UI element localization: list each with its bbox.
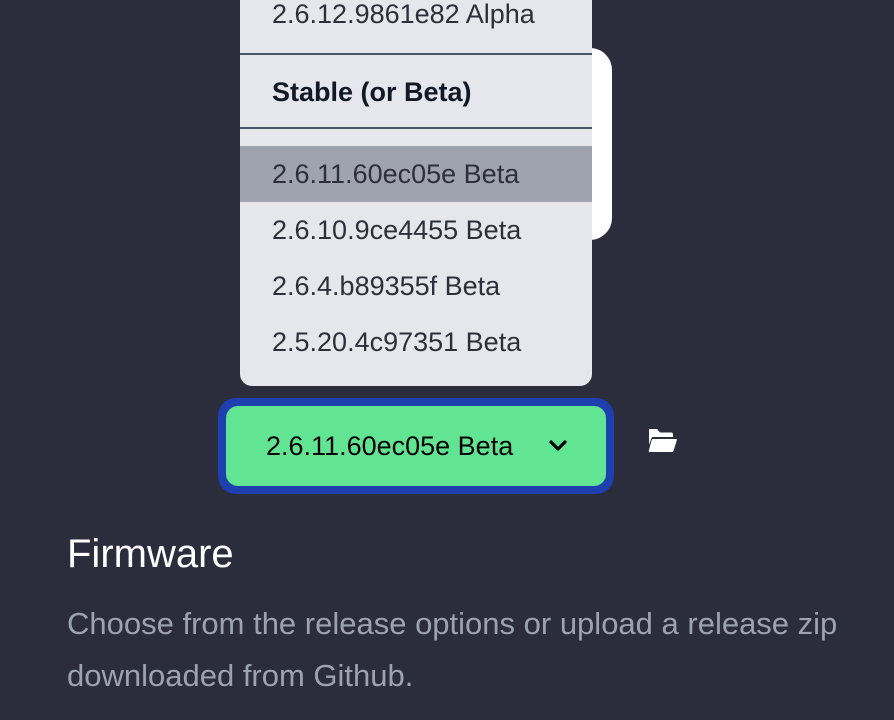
release-select-value: 2.6.11.60ec05e Beta xyxy=(266,430,514,461)
upload-release-button[interactable] xyxy=(646,426,678,456)
menu-group-header-stable: Stable (or Beta) xyxy=(272,77,472,107)
menu-item-alpha[interactable]: 2.6.12.9861e82 Alpha xyxy=(240,0,592,42)
menu-divider xyxy=(240,53,592,55)
menu-item-beta[interactable]: 2.6.10.9ce4455 Beta xyxy=(240,202,592,258)
release-select[interactable]: 2.6.11.60ec05e Beta xyxy=(218,398,614,494)
chevron-down-icon xyxy=(549,440,567,451)
menu-item-beta[interactable]: 2.6.4.b89355f Beta xyxy=(240,258,592,314)
menu-item-beta[interactable]: 2.6.11.60ec05e Beta xyxy=(240,146,592,202)
menu-divider xyxy=(240,127,592,129)
release-select-inner[interactable]: 2.6.11.60ec05e Beta xyxy=(226,406,606,486)
folder-open-icon xyxy=(648,429,677,452)
release-dropdown-menu: 2.6.12.9861e82 Alpha Stable (or Beta) 2.… xyxy=(240,0,592,386)
firmware-description: Choose from the release options or uploa… xyxy=(67,606,838,693)
firmware-title: Firmware xyxy=(67,532,234,576)
menu-item-beta[interactable]: 2.5.20.4c97351 Beta xyxy=(240,314,592,370)
